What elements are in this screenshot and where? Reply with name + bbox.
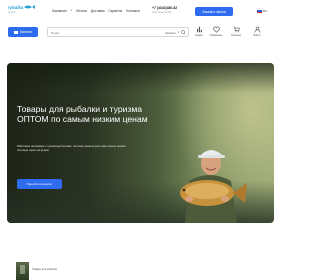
account-label: Войти [253,34,261,37]
cart-button[interactable]: Корзина [228,26,244,40]
logo-brand: rybalka [8,5,24,10]
flag-icon[interactable] [257,9,262,13]
hero-banner: Товары для рыбалки и туризма ОПТОМ по са… [7,63,274,223]
nav-item-company[interactable]: Компания [52,9,67,13]
product-caption[interactable]: Товары для рыбалки [32,268,57,271]
cart-label: Корзина [231,34,241,37]
catalog-label: Каталог [19,30,33,34]
hero-description: Работаем напрямую с производителями, поэ… [17,144,126,153]
nav-item-contacts[interactable]: Контакты [126,9,140,13]
hero-foliage [7,63,274,93]
compare-icon [196,26,202,33]
heart-icon [212,26,220,33]
fish-logo-icon [24,5,35,9]
nav-item-delivery[interactable]: Доставка [91,9,105,13]
phone-number[interactable]: +7 (4342)480-82 [152,6,177,10]
language-switch[interactable]: RU [263,9,267,13]
cart-icon [233,26,240,33]
search-bar: Каталог ▾ [47,27,189,37]
chevron-down-icon: ▾ [177,31,179,34]
compare-label: Сравн. [195,34,203,37]
fisherman-with-carp-image [180,150,247,223]
search-icon[interactable] [181,30,186,35]
catalog-button[interactable]: Каталог [8,27,38,37]
callback-button[interactable]: Заказать звонок [195,7,233,16]
compare-button[interactable]: Сравн. [191,26,207,40]
search-category-select[interactable]: Каталог [165,31,176,35]
favorites-button[interactable]: Избранное [208,26,224,40]
favorites-label: Избранное [209,34,223,37]
account-button[interactable]: Войти [249,26,265,40]
chevron-down-icon: ▾ [70,9,72,12]
product-thumbnail[interactable] [16,262,29,280]
nav-item-payment[interactable]: Оплата [76,9,87,13]
page: rybalka оптом Компания ▾ Оплата Доставка… [0,0,280,280]
hero-title: Товары для рыбалки и туризма ОПТОМ по са… [17,104,148,125]
logo-tagline: оптом [8,11,16,14]
phone-note: бесплатно по РФ [152,11,171,14]
nav-item-warranty[interactable]: Гарантия [109,9,123,13]
user-icon [254,26,260,33]
site-logo[interactable]: rybalka оптом [8,5,36,17]
menu-icon [13,30,18,34]
search-input[interactable] [51,29,131,36]
main-nav: Компания ▾ Оплата Доставка Гарантия Конт… [52,9,140,13]
go-to-catalog-button[interactable]: Перейти в каталог [17,179,62,189]
